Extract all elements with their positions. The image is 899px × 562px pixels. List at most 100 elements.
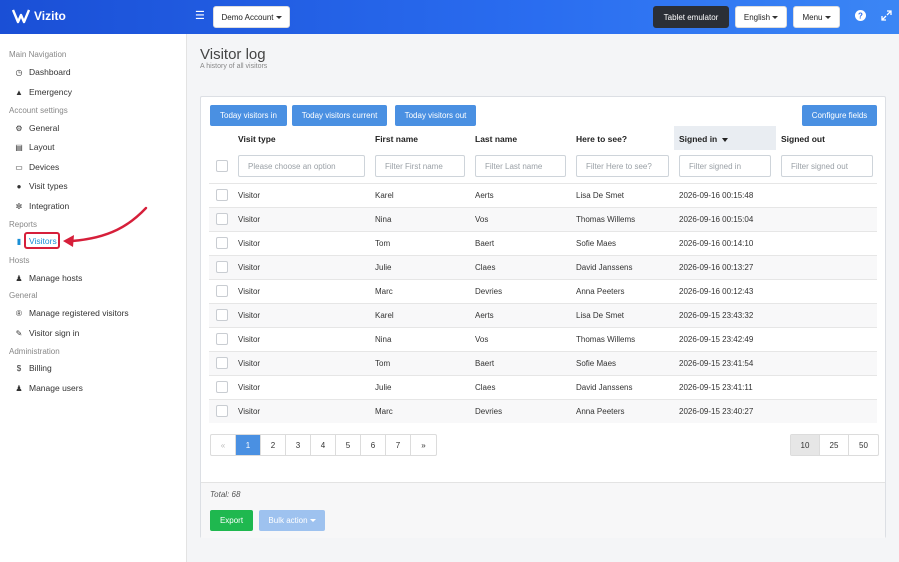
plug-icon: ✼ — [15, 201, 23, 211]
sidebar-item-label: Devices — [29, 162, 60, 172]
here-to-see-filter-input[interactable]: Filter Here to see? — [576, 155, 669, 177]
row-checkbox[interactable] — [216, 285, 228, 297]
column-header-first-name[interactable]: First name — [375, 134, 418, 144]
sidebar-item-visitor-sign-in[interactable]: ✎ Visitor sign in — [14, 326, 80, 340]
row-checkbox[interactable] — [216, 213, 228, 225]
table-row[interactable]: Visitor Marc Devries Anna Peeters 2026-09-15… — [209, 399, 877, 423]
select-all-checkbox[interactable] — [216, 160, 228, 172]
sidebar-item-manage-registered-visitors[interactable]: ® Manage registered visitors — [14, 306, 129, 320]
desktop-icon: ▭ — [15, 162, 23, 172]
page-size-10-button[interactable]: 10 — [791, 435, 820, 455]
sidebar: Main Navigation ◷ Dashboard ▲ Emergency Ac… — [0, 34, 187, 562]
cell-signed-in: 2026-09-16 00:15:04 — [679, 215, 754, 224]
cell-visit-type: Visitor — [238, 407, 261, 416]
row-checkbox[interactable] — [216, 237, 228, 249]
cell-last-name: Vos — [475, 215, 489, 224]
cell-last-name: Aerts — [475, 191, 494, 200]
sidebar-item-manage-users[interactable]: ♟ Manage users — [14, 381, 83, 395]
cell-here-to-see: Anna Peeters — [576, 287, 625, 296]
last-name-filter-input[interactable]: Filter Last name — [475, 155, 566, 177]
column-header-signed-out[interactable]: Signed out — [781, 134, 825, 144]
help-icon[interactable]: ? — [853, 10, 867, 24]
column-header-visit-type[interactable]: Visit type — [238, 134, 276, 144]
sort-desc-icon — [722, 137, 729, 142]
table-row[interactable]: Visitor Nina Vos Thomas Willems 2026-09-15 2… — [209, 327, 877, 351]
cell-signed-in: 2026-09-15 23:41:11 — [679, 383, 753, 392]
sidebar-item-layout[interactable]: ▤ Layout — [14, 140, 54, 154]
table-row[interactable]: Visitor Tom Baert Sofie Maes 2026-09-15 23:4… — [209, 351, 877, 375]
table-row[interactable]: Visitor Nina Vos Thomas Willems 2026-09-16 0… — [209, 207, 877, 231]
table-row[interactable]: Visitor Marc Devries Anna Peeters 2026-09-16… — [209, 279, 877, 303]
table-row[interactable]: Visitor Tom Baert Sofie Maes 2026-09-16 00:1… — [209, 231, 877, 255]
signed-in-filter-input[interactable]: Filter signed in — [679, 155, 771, 177]
highlight-box — [24, 232, 60, 249]
fullscreen-icon[interactable] — [879, 10, 893, 24]
cell-here-to-see: Thomas Willems — [576, 215, 636, 224]
sidebar-item-billing[interactable]: $ Billing — [14, 361, 52, 375]
today-visitors-current-button[interactable]: Today visitors current — [292, 105, 387, 126]
column-header-here-to-see[interactable]: Here to see? — [576, 134, 627, 144]
configure-fields-button[interactable]: Configure fields — [802, 105, 877, 126]
sidebar-item-general[interactable]: ⚙ General — [14, 121, 59, 135]
vizito-logo[interactable]: Vizito — [12, 8, 66, 24]
signed-out-filter-input[interactable]: Filter signed out — [781, 155, 873, 177]
table-row[interactable]: Visitor Karel Aerts Lisa De Smet 2026-09-15 … — [209, 303, 877, 327]
tablet-emulator-button[interactable]: Tablet emulator — [653, 6, 729, 28]
page-size-25-button[interactable]: 25 — [820, 435, 849, 455]
page-button-7[interactable]: 7 — [386, 435, 411, 455]
export-button[interactable]: Export — [210, 510, 253, 531]
column-header-last-name[interactable]: Last name — [475, 134, 517, 144]
sidebar-item-dashboard[interactable]: ◷ Dashboard — [14, 65, 71, 79]
sidebar-item-label: Visit types — [29, 181, 68, 191]
hamburger-menu-icon[interactable]: ☰ — [195, 11, 205, 22]
card-footer: Total: 68 Export Bulk action — [201, 482, 885, 538]
sidebar-item-devices[interactable]: ▭ Devices — [14, 160, 59, 174]
today-visitors-out-button[interactable]: Today visitors out — [395, 105, 476, 126]
first-name-filter-input[interactable]: Filter First name — [375, 155, 465, 177]
page-button-3[interactable]: 3 — [286, 435, 311, 455]
row-checkbox[interactable] — [216, 309, 228, 321]
chevron-down-icon — [772, 15, 779, 19]
book-icon: ▮ — [16, 236, 22, 246]
total-count: Total: 68 — [210, 490, 241, 499]
sidebar-item-manage-hosts[interactable]: ♟ Manage hosts — [14, 271, 82, 285]
row-checkbox[interactable] — [216, 333, 228, 345]
sidebar-item-visit-types[interactable]: ● Visit types — [14, 179, 68, 193]
registered-icon: ® — [16, 308, 22, 318]
page-next-button[interactable]: » — [411, 435, 436, 455]
page-size-selector: 10 25 50 — [790, 434, 879, 456]
row-checkbox[interactable] — [216, 357, 228, 369]
row-checkbox[interactable] — [216, 405, 228, 417]
visit-type-filter-select[interactable]: Please choose an option — [238, 155, 365, 177]
pencil-icon: ✎ — [15, 328, 23, 338]
cell-here-to-see: Anna Peeters — [576, 407, 625, 416]
sidebar-item-label: Manage users — [29, 383, 83, 393]
cell-visit-type: Visitor — [238, 215, 261, 224]
bulk-action-dropdown[interactable]: Bulk action — [259, 510, 325, 531]
sidebar-item-emergency[interactable]: ▲ Emergency — [14, 85, 72, 99]
page-button-2[interactable]: 2 — [261, 435, 286, 455]
cell-here-to-see: Sofie Maes — [576, 239, 617, 248]
menu-dropdown[interactable]: Menu — [793, 6, 840, 28]
column-header-signed-in[interactable]: Signed in — [679, 134, 729, 144]
cell-signed-in: 2026-09-15 23:41:54 — [679, 359, 754, 368]
page-button-6[interactable]: 6 — [361, 435, 386, 455]
table-row[interactable]: Visitor Julie Claes David Janssens 2026-09-1… — [209, 375, 877, 399]
page-button-1[interactable]: 1 — [236, 435, 261, 455]
language-dropdown[interactable]: English — [735, 6, 787, 28]
page-button-5[interactable]: 5 — [336, 435, 361, 455]
today-visitors-in-button[interactable]: Today visitors in — [210, 105, 287, 126]
cell-signed-in: 2026-09-16 00:14:10 — [679, 239, 754, 248]
cell-here-to-see: Sofie Maes — [576, 359, 617, 368]
page-prev-button[interactable]: « — [211, 435, 236, 455]
sidebar-item-label: General — [29, 123, 60, 133]
row-checkbox[interactable] — [216, 189, 228, 201]
row-checkbox[interactable] — [216, 261, 228, 273]
page-button-4[interactable]: 4 — [311, 435, 336, 455]
row-checkbox[interactable] — [216, 381, 228, 393]
page-size-50-button[interactable]: 50 — [849, 435, 878, 455]
table-row[interactable]: Visitor Karel Aerts Lisa De Smet 2026-09-16 … — [209, 183, 877, 207]
account-dropdown[interactable]: Demo Account — [213, 6, 290, 28]
table-row[interactable]: Visitor Julie Claes David Janssens 2026-09-1… — [209, 255, 877, 279]
sidebar-item-integration[interactable]: ✼ Integration — [14, 199, 70, 213]
